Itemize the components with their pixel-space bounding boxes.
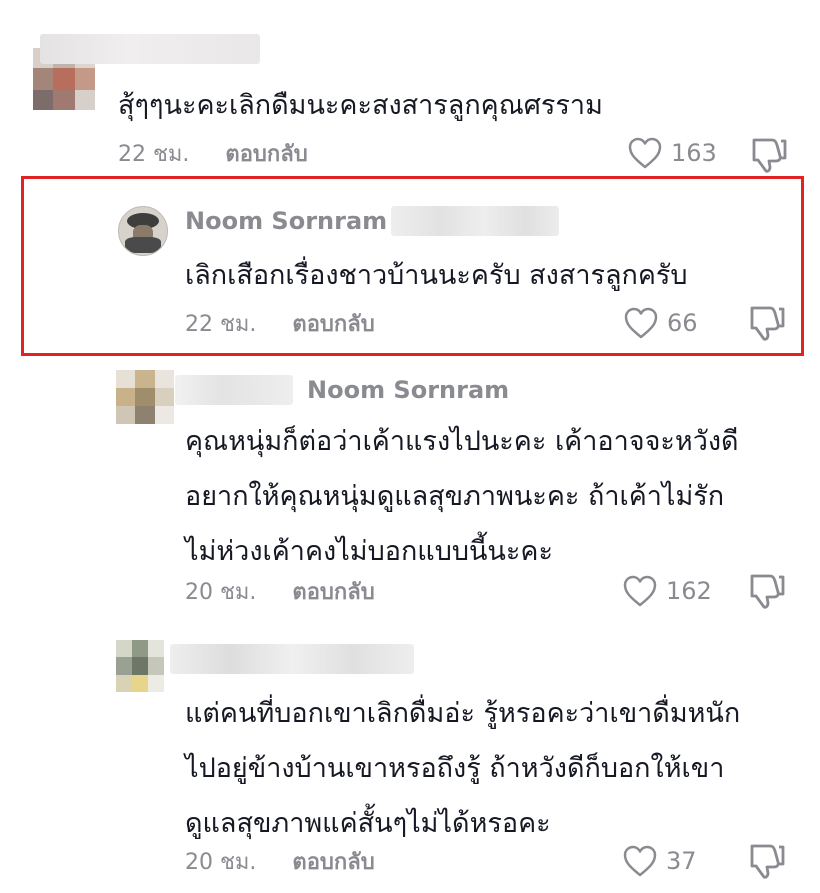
- comment-time: 22 ชม.: [118, 141, 190, 167]
- thumbs-down-icon[interactable]: [746, 842, 786, 880]
- comment-text: สุ้ๆๆนะคะเลิกดืมนะคะสงสารลูกคุณศรราม: [118, 90, 603, 121]
- like-count: 162: [666, 577, 712, 605]
- blurred-username: [40, 34, 260, 64]
- like-button[interactable]: 37: [622, 843, 697, 879]
- reply-button[interactable]: ตอบกลับ: [292, 574, 374, 609]
- comment-item: สุ้ๆๆนะคะเลิกดืมนะคะสงสารลูกคุณศรราม 22 …: [0, 0, 820, 176]
- highlight-box: [21, 176, 804, 356]
- thumbs-down-icon[interactable]: [746, 572, 786, 610]
- heart-outline-icon: [623, 575, 657, 607]
- comment-meta: 22 ชม. ตอบกลับ: [118, 138, 308, 168]
- comment-time: 20 ชม.: [185, 579, 257, 605]
- comment-meta: 20 ชม. ตอบกลับ: [185, 576, 375, 606]
- like-count: 163: [671, 139, 717, 167]
- username-row: [20, 32, 260, 66]
- comment-text: คุณหนุ่มก็ต่อว่าเค้าแรงไปนะคะ เค้าอาจจะห…: [185, 426, 739, 567]
- like-count: 37: [666, 847, 697, 875]
- comment-item: แต่คนที่บอกเขาเลิกดื่มอ่ะ รู้หรอคะว่าเขา…: [0, 620, 820, 893]
- like-button[interactable]: 163: [627, 135, 717, 171]
- reply-button[interactable]: ตอบกลับ: [292, 844, 374, 879]
- username[interactable]: Noom Sornram: [307, 376, 509, 404]
- thumbs-down-icon[interactable]: [748, 136, 788, 174]
- blurred-username: [175, 375, 293, 405]
- username-row: [170, 642, 414, 676]
- like-button[interactable]: 162: [622, 573, 712, 609]
- heart-outline-icon: [623, 845, 657, 877]
- avatar[interactable]: [116, 370, 174, 424]
- heart-outline-icon: [628, 137, 662, 169]
- comment-text: แต่คนที่บอกเขาเลิกดื่มอ่ะ รู้หรอคะว่าเขา…: [185, 698, 741, 839]
- comment-meta: 20 ชม. ตอบกลับ: [185, 846, 375, 876]
- comment-time: 20 ชม.: [185, 849, 257, 875]
- avatar[interactable]: [116, 640, 164, 692]
- username-row: Noom Sornram: [175, 373, 509, 407]
- reply-button[interactable]: ตอบกลับ: [225, 136, 307, 171]
- comment-item: Noom Sornram คุณหนุ่มก็ต่อว่าเค้าแรงไปนะ…: [0, 356, 820, 620]
- blurred-username: [170, 644, 414, 674]
